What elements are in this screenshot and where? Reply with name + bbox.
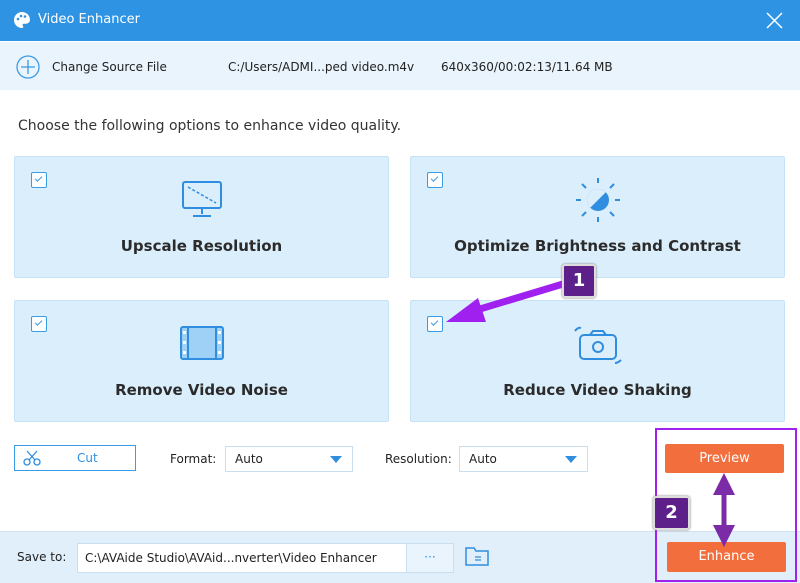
chevron-down-icon [565,456,577,463]
shaking-checkbox[interactable] [427,316,443,332]
window-title: Video Enhancer [38,12,140,27]
palette-icon [14,12,30,28]
open-folder-icon[interactable] [464,545,490,567]
change-source-file-button[interactable]: Change Source File [52,60,167,74]
cut-button[interactable]: Cut [14,445,136,471]
source-path: C:/Users/ADMI...ped video.m4v [228,60,415,74]
film-icon [179,326,224,360]
close-icon[interactable] [766,12,783,29]
save-path-value: C:\AVAide Studio\AVAid...nverter\Video E… [85,551,377,565]
browse-button[interactable]: ··· [406,543,454,573]
option-label: Optimize Brightness and Contrast [454,237,741,255]
option-optimize-brightness[interactable]: Optimize Brightness and Contrast [410,156,785,278]
monitor-icon [181,181,222,217]
brightness-icon [575,178,620,222]
instructions: Choose the following options to enhance … [18,118,402,134]
shaking-camera-icon [573,326,622,364]
option-label: Remove Video Noise [115,381,288,399]
noise-checkbox[interactable] [31,316,47,332]
resolution-label: Resolution: [385,452,452,466]
chevron-down-icon [330,456,342,463]
cut-label: Cut [77,451,98,465]
option-remove-noise[interactable]: Remove Video Noise [14,300,389,422]
source-info: 640x360/00:02:13/11.64 MB [441,60,613,74]
step-1-badge: 1 [562,264,596,298]
resolution-select[interactable]: Auto [459,446,588,472]
option-label: Upscale Resolution [120,237,283,255]
format-value: Auto [235,452,263,466]
option-reduce-shaking[interactable]: Reduce Video Shaking [410,300,785,422]
step-2-badge: 2 [653,496,690,530]
save-path-input[interactable]: C:\AVAide Studio\AVAid...nverter\Video E… [77,543,407,573]
format-label: Format: [170,452,217,466]
option-upscale-resolution[interactable]: Upscale Resolution [14,156,389,278]
upscale-checkbox[interactable] [31,172,47,188]
brightness-checkbox[interactable] [427,172,443,188]
format-select[interactable]: Auto [225,446,353,472]
resolution-value: Auto [469,452,497,466]
title-bar: Video Enhancer [0,0,800,41]
option-label: Reduce Video Shaking [503,381,692,399]
save-to-label: Save to: [17,550,67,564]
source-bar: Change Source File C:/Users/ADMI...ped v… [0,42,800,90]
scissors-icon [23,450,41,466]
add-circle-icon[interactable] [16,55,40,79]
